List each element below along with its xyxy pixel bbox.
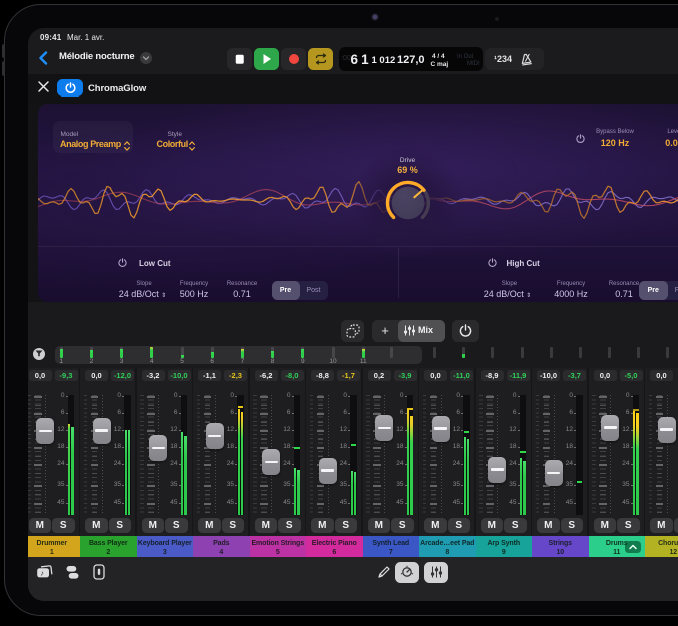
svg-text:♪: ♪ (40, 569, 44, 578)
